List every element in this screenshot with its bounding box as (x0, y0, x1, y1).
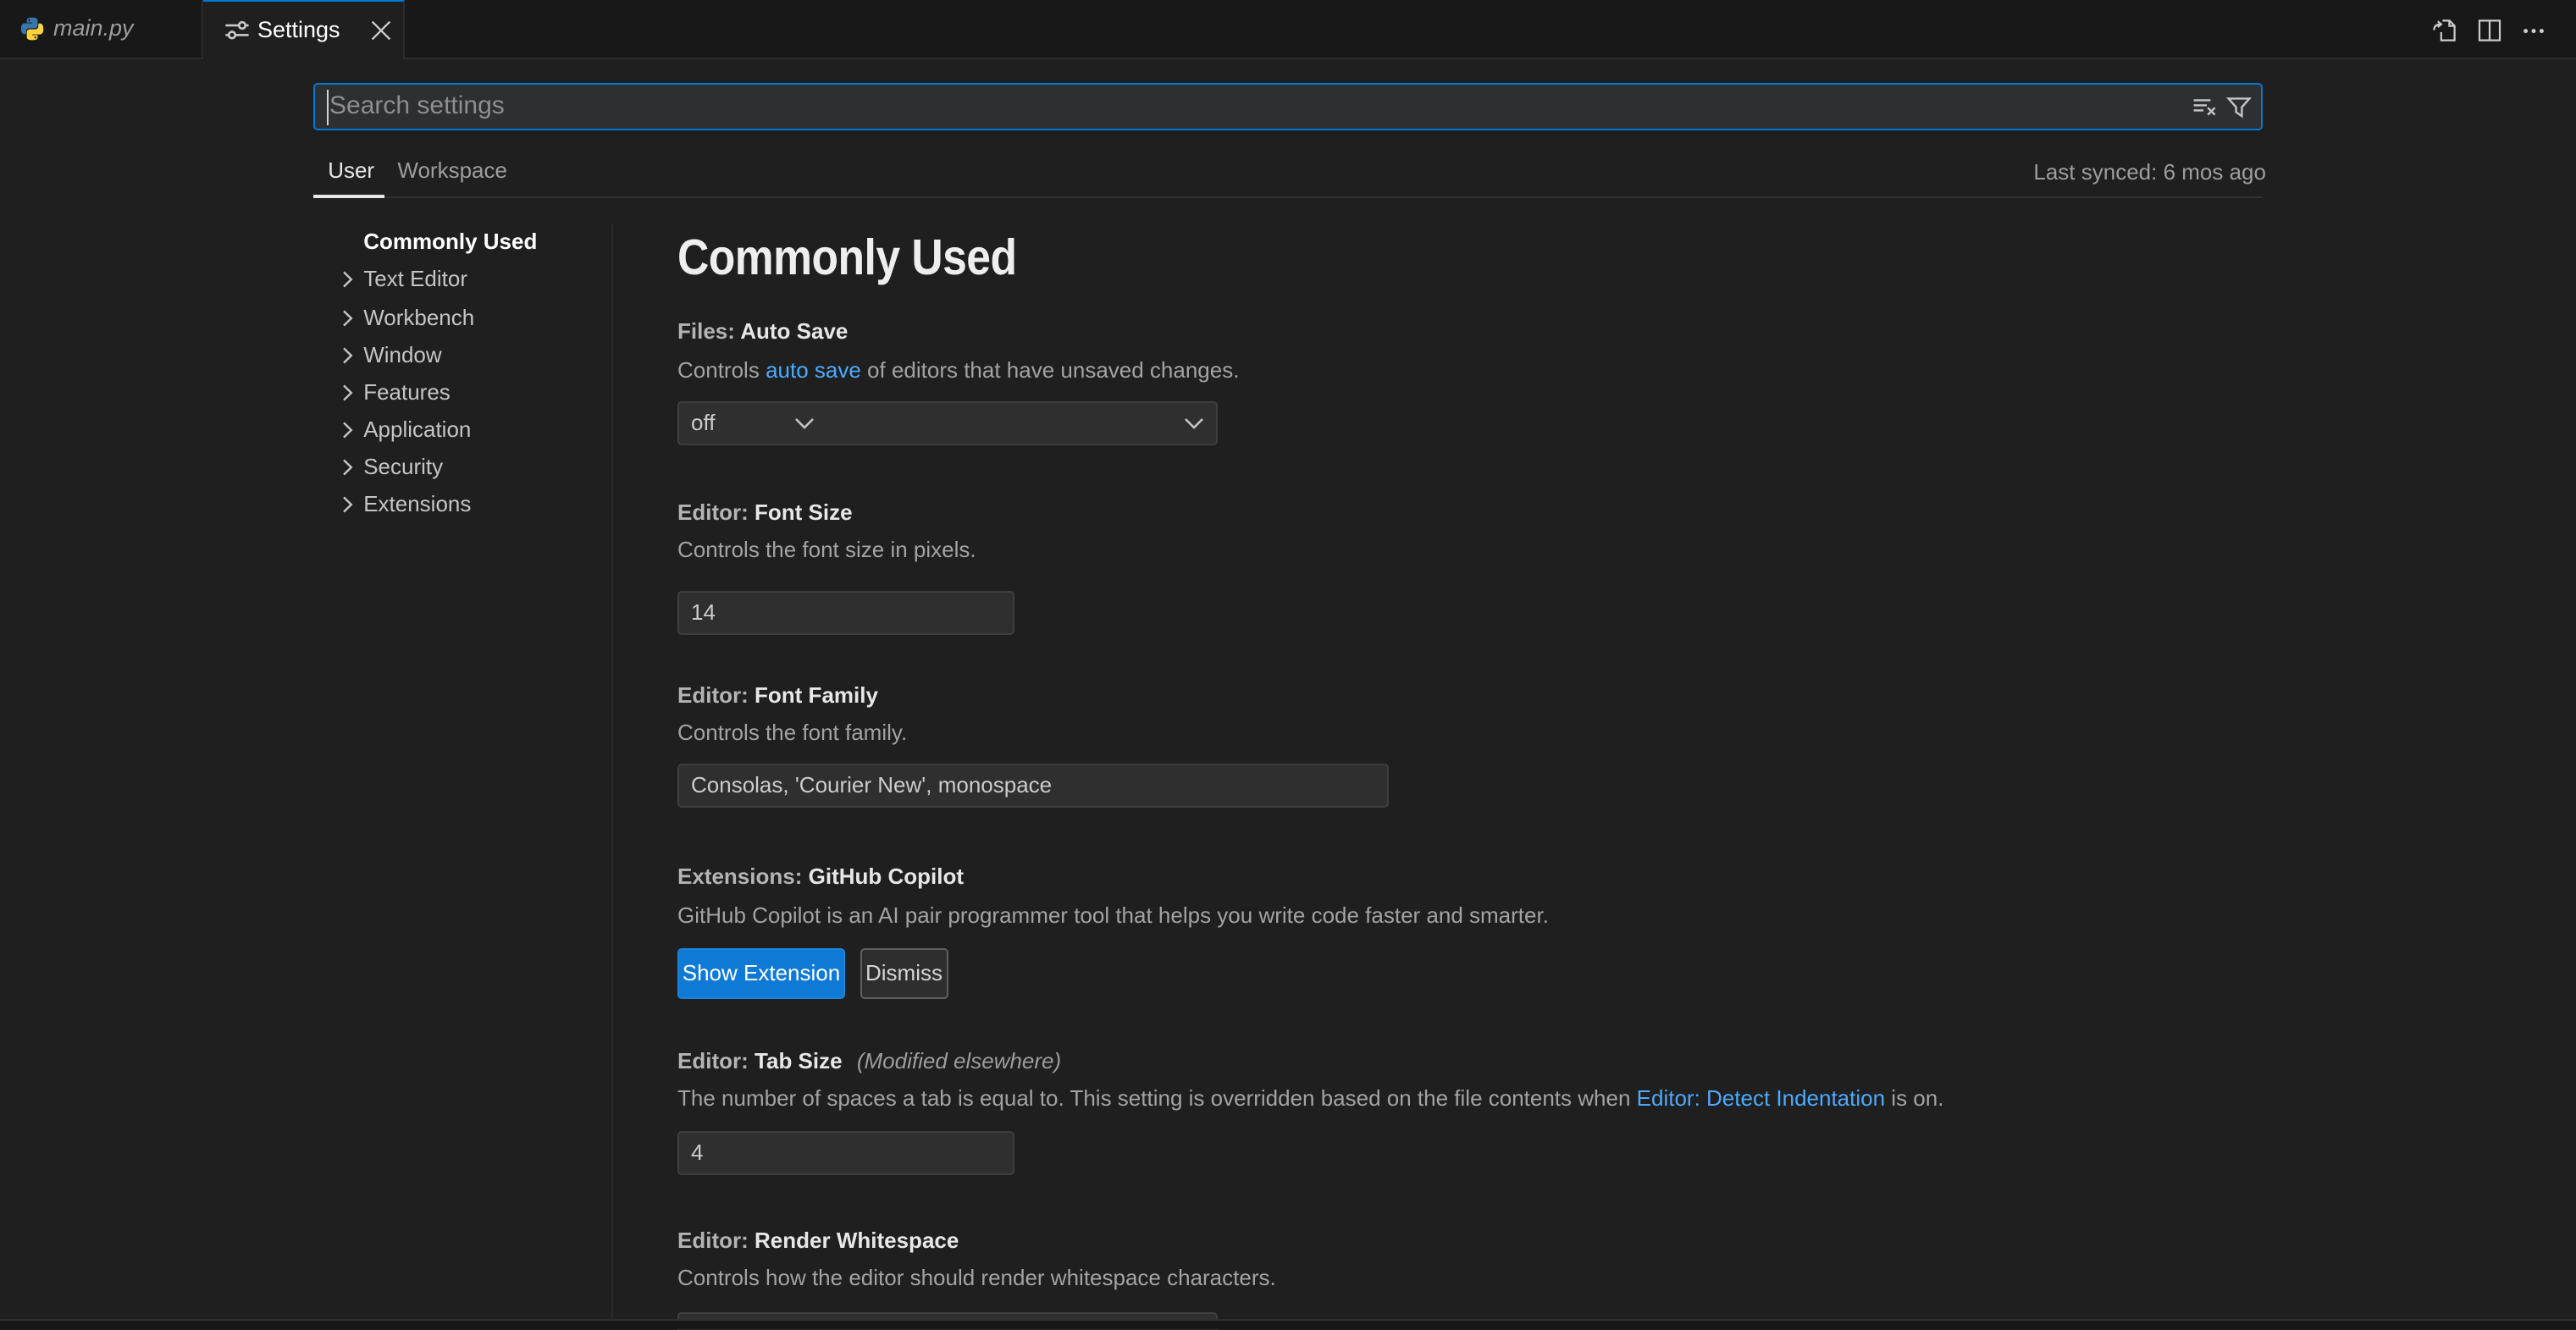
toc-item-commonly-used[interactable]: Commonly Used (313, 224, 610, 262)
description-link[interactable]: Editor: Detect Indentation (1637, 1084, 1885, 1110)
setting-title: Editor: Font Size (677, 497, 853, 527)
description-link[interactable]: auto save (766, 358, 861, 384)
description-text: is on. (1885, 1084, 1943, 1110)
description-text: Controls the font family. (677, 720, 907, 745)
chevron-right-icon (333, 416, 360, 443)
toc-sash[interactable] (611, 224, 612, 1318)
chevron-down-icon (791, 410, 818, 437)
tab-main-py[interactable]: main.py (0, 0, 202, 58)
setting-category: Extensions: (677, 864, 802, 889)
auto-save-select[interactable]: off (677, 400, 1218, 444)
toc-item-label: Workbench (363, 299, 474, 336)
toc-item-features[interactable]: Features (313, 373, 610, 411)
toc-item-label: Security (363, 449, 443, 486)
toc-item-label: Window (363, 336, 442, 373)
setting-title: Files: Auto Save (677, 316, 848, 346)
show-extension-button[interactable]: Show Extension (677, 947, 845, 998)
setting-label: Render Whitespace (755, 1228, 959, 1253)
toc-item-label: Extensions (363, 486, 471, 523)
chevron-down-icon (1180, 410, 1207, 437)
input-value: Consolas, 'Courier New', monospace (691, 764, 1052, 805)
font-size-input[interactable]: 14 (677, 591, 1014, 635)
chevron-right-icon (333, 304, 360, 331)
scale-wrapper: main.py Settings (0, 0, 2576, 1330)
toc-item-label: Application (363, 411, 471, 448)
chevron-right-icon (333, 341, 360, 368)
setting-description: The number of spaces a tab is equal to. … (677, 1083, 1943, 1113)
tab-workspace[interactable]: Workspace (397, 155, 507, 185)
description-text: GitHub Copilot is an AI pair programmer … (677, 903, 1549, 929)
tab-size-input[interactable]: 4 (677, 1131, 1014, 1175)
setting-description: Controls the font family. (677, 718, 907, 748)
setting-title: Editor: Tab Size (Modified elsewhere) (677, 1046, 1061, 1076)
tab-settings[interactable]: Settings (202, 0, 405, 59)
chevron-right-icon (333, 454, 360, 481)
setting-label: GitHub Copilot (809, 864, 964, 889)
toc-item-extensions[interactable]: Extensions (313, 486, 610, 523)
toc-item-label: Commonly Used (363, 224, 537, 262)
chevron-right-icon (333, 491, 360, 518)
setting-category: Editor: (677, 1228, 749, 1253)
editor-actions (2432, 0, 2547, 59)
setting-category: Files: (677, 317, 735, 343)
setting-description: Controls the font size in pixels. (677, 535, 976, 566)
tab-user[interactable]: User (328, 155, 374, 185)
settings-sliders-icon (224, 16, 251, 43)
setting-title: Editor: Font Family (677, 680, 878, 710)
setting-modifier: (Modified elsewhere) (857, 1047, 1061, 1073)
description-text: Controls (677, 358, 766, 384)
editor-bottom-strip (0, 1318, 2576, 1330)
description-text: Controls the font size in pixels. (677, 537, 976, 562)
setting-label: Tab Size (755, 1047, 843, 1073)
chevron-right-icon (333, 378, 360, 406)
active-scope-underline (312, 196, 384, 198)
description-text: of editors that have unsaved changes. (861, 358, 1240, 384)
toc-item-workbench[interactable]: Workbench (313, 299, 610, 336)
input-value: 14 (691, 593, 716, 633)
setting-category: Editor: (677, 499, 749, 524)
setting-description: Controls auto save of editors that have … (677, 356, 1239, 387)
text-cursor (326, 91, 328, 125)
toc-item-security[interactable]: Security (313, 449, 610, 486)
description-text: Controls how the editor should render wh… (677, 1265, 1276, 1290)
vscode-settings-editor: main.py Settings (0, 0, 2576, 1330)
select-value: off (691, 402, 715, 443)
dismiss-button[interactable]: Dismiss (860, 947, 948, 998)
page-title: Commonly Used (677, 229, 1017, 290)
setting-category: Editor: (677, 1047, 749, 1073)
tab-label: main.py (53, 0, 134, 56)
setting-label: Font Size (755, 499, 853, 524)
settings-body: Commonly Used Files: Auto Save Controls … (677, 0, 2303, 1329)
setting-title: Extensions: GitHub Copilot (677, 862, 964, 892)
toc-item-label: Features (363, 373, 451, 411)
more-actions-icon[interactable] (2520, 16, 2547, 43)
python-icon (19, 15, 46, 42)
split-editor-icon[interactable] (2476, 16, 2503, 43)
setting-label: Font Family (755, 682, 878, 707)
setting-description: GitHub Copilot is an AI pair programmer … (677, 902, 1549, 932)
description-text: The number of spaces a tab is equal to. … (677, 1084, 1637, 1110)
toc-item-application[interactable]: Application (313, 411, 610, 448)
open-settings-json-icon[interactable] (2432, 16, 2459, 43)
setting-description: Controls how the editor should render wh… (677, 1263, 1276, 1294)
toc-item-label: Text Editor (363, 262, 467, 299)
close-icon[interactable] (367, 17, 394, 44)
tab-label: Settings (257, 2, 340, 58)
setting-title: Editor: Render Whitespace (677, 1226, 959, 1256)
chevron-right-icon (333, 267, 360, 294)
search-placeholder: Search settings (329, 86, 505, 130)
toc-item-window[interactable]: Window (313, 336, 610, 373)
toc-item-text-editor[interactable]: Text Editor (313, 262, 610, 299)
font-family-input[interactable]: Consolas, 'Courier New', monospace (677, 763, 1389, 807)
setting-category: Editor: (677, 682, 749, 707)
setting-label: Auto Save (740, 317, 848, 343)
input-value: 4 (691, 1133, 703, 1173)
